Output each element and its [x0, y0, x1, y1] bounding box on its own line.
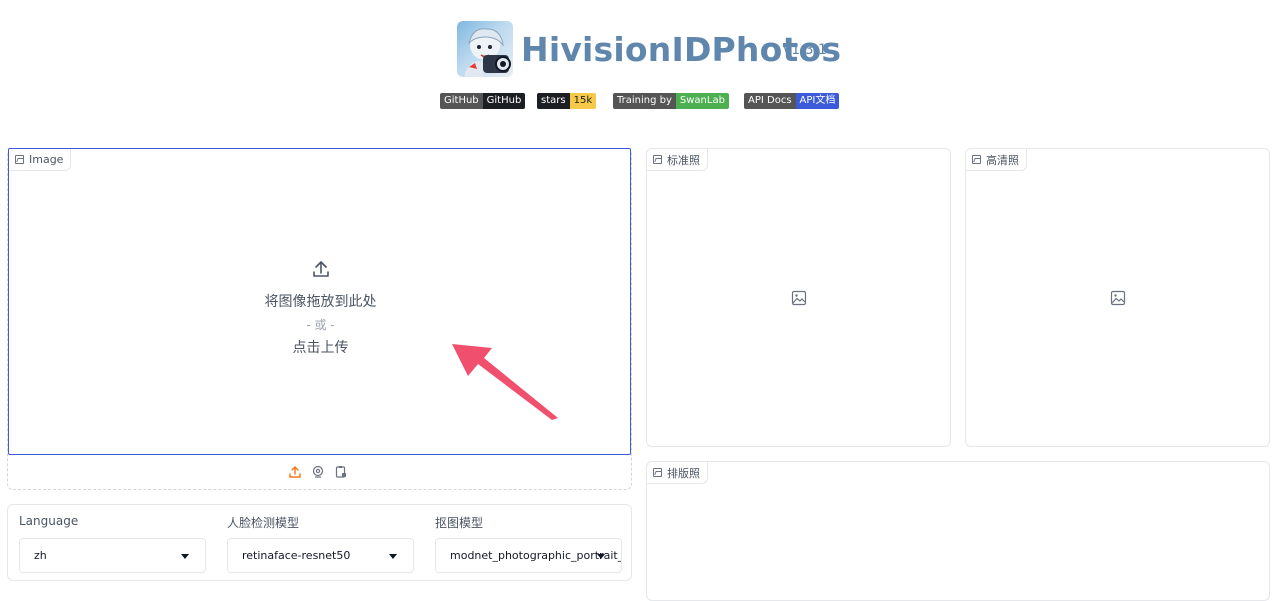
- drop-text: 将图像拖放到此处: [264, 294, 377, 310]
- layout-photo-label-text: 排版照: [667, 466, 700, 480]
- github-badge[interactable]: GitHub GitHub: [440, 93, 526, 109]
- face-model-select-value: retinaface-resnet50: [242, 549, 351, 562]
- matting-model-select[interactable]: modnet_photographic_portrait_matting: [435, 538, 622, 573]
- api-docs-badge-right: API文档: [795, 93, 840, 109]
- hd-photo-panel: 高清照: [965, 148, 1270, 447]
- layout-photo-label: 排版照: [647, 462, 708, 484]
- api-docs-badge[interactable]: API Docs API文档: [744, 93, 840, 109]
- upload-source-icon[interactable]: [288, 465, 302, 479]
- webcam-icon[interactable]: [311, 465, 325, 479]
- or-text: - 或 -: [306, 318, 335, 332]
- matting-model-label: 抠图模型: [435, 516, 484, 530]
- language-label: Language: [19, 514, 79, 528]
- upload-icon: [312, 261, 329, 277]
- standard-photo-label-text: 标准照: [667, 153, 700, 167]
- clipboard-icon[interactable]: [334, 465, 348, 479]
- image-panel-label: Image: [9, 149, 72, 171]
- image-placeholder-icon: [1110, 290, 1126, 306]
- app-header: HivisionIDPhotos v1.3.1: [0, 18, 1280, 80]
- image-icon: [15, 155, 24, 164]
- swanlab-badge-left: Training by: [613, 93, 676, 109]
- image-icon: [653, 155, 662, 164]
- layout-photo-panel: 排版照: [646, 461, 1270, 601]
- image-label-text: Image: [29, 153, 64, 166]
- language-select[interactable]: zh: [19, 538, 206, 573]
- github-badge-right: GitHub: [482, 93, 526, 109]
- badge-row: GitHub GitHub stars 15k Training by Swan…: [0, 93, 1280, 110]
- chevron-down-icon: [597, 554, 605, 559]
- image-icon: [653, 468, 662, 477]
- source-toolbar: [288, 465, 348, 479]
- chevron-down-icon: [389, 554, 397, 559]
- stars-badge-left: stars: [537, 93, 570, 109]
- image-placeholder-icon: [791, 290, 807, 306]
- anime-avatar-logo-icon: [457, 21, 513, 77]
- options-panel: Language zh 人脸检测模型 retinaface-resnet50 抠…: [7, 504, 632, 581]
- app-version: v1.3.1: [783, 42, 827, 58]
- face-model-label: 人脸检测模型: [227, 516, 300, 530]
- language-select-value: zh: [34, 549, 47, 562]
- github-badge-left: GitHub: [440, 93, 483, 109]
- standard-photo-label: 标准照: [647, 149, 708, 171]
- face-model-select[interactable]: retinaface-resnet50: [227, 538, 414, 573]
- hd-photo-label: 高清照: [966, 149, 1027, 171]
- standard-photo-panel: 标准照: [646, 148, 951, 447]
- swanlab-badge-right: SwanLab: [675, 93, 729, 109]
- stars-badge-right: 15k: [569, 93, 597, 109]
- swanlab-badge[interactable]: Training by SwanLab: [613, 93, 729, 109]
- hd-photo-label-text: 高清照: [986, 153, 1019, 167]
- annotation-arrow-icon: [452, 344, 558, 420]
- stars-badge[interactable]: stars 15k: [537, 93, 597, 109]
- chevron-down-icon: [181, 554, 189, 559]
- image-icon: [972, 155, 981, 164]
- api-docs-badge-left: API Docs: [744, 93, 796, 109]
